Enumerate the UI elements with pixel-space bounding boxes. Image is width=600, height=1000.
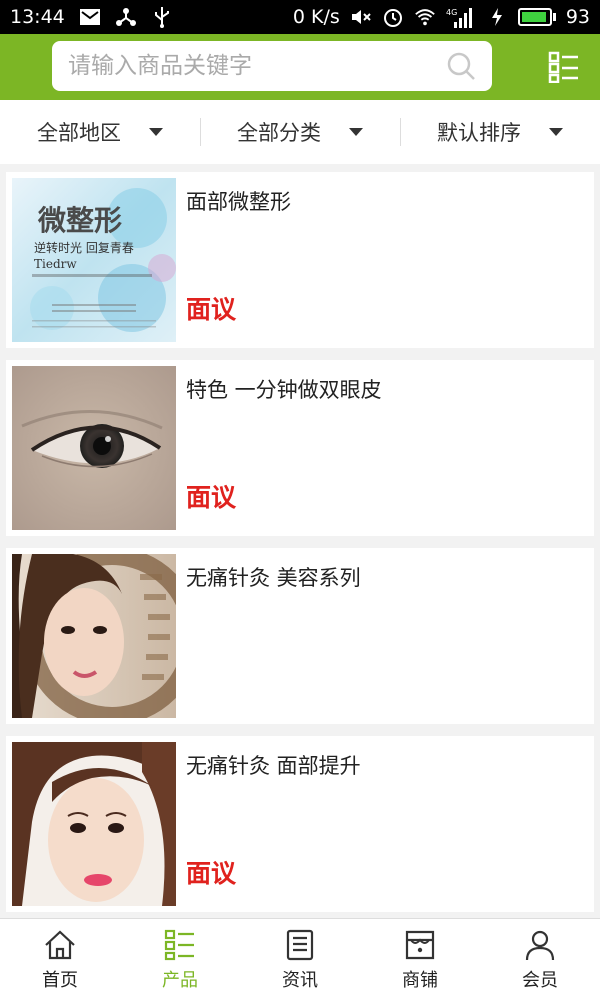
svg-text:4G: 4G — [446, 8, 457, 17]
share-icon — [115, 6, 137, 28]
category-menu-icon[interactable] — [548, 51, 580, 83]
product-card[interactable]: 无痛针灸 面部提升 面议 — [6, 736, 594, 912]
svg-text:Tiedrw: Tiedrw — [34, 257, 77, 271]
nav-store-label: 商铺 — [402, 969, 438, 991]
nav-member[interactable]: 会员 — [480, 919, 600, 1000]
product-price: 面议 — [186, 483, 237, 512]
filter-category[interactable]: 全部分类 — [200, 100, 400, 164]
product-image — [12, 366, 176, 530]
product-title: 无痛针灸 美容系列 — [186, 566, 361, 590]
product-card[interactable]: 无痛针灸 美容系列 — [6, 548, 594, 724]
nav-home-label: 首页 — [42, 969, 78, 991]
product-image — [12, 742, 176, 906]
product-title: 无痛针灸 面部提升 — [186, 754, 361, 778]
message-icon — [79, 6, 101, 28]
product-price: 面议 — [186, 295, 237, 324]
wifi-icon — [414, 6, 436, 28]
filter-category-label: 全部分类 — [237, 121, 321, 145]
bottom-nav: 首页 产品 资讯 商铺 会员 — [0, 918, 600, 1000]
product-image: 微整形 逆转时光 回复青春 Tiedrw — [12, 178, 176, 342]
product-title: 特色 一分钟做双眼皮 — [186, 378, 382, 402]
product-image — [12, 554, 176, 718]
news-icon — [286, 929, 314, 960]
nav-store[interactable]: 商铺 — [360, 919, 480, 1000]
search-icon[interactable] — [446, 51, 476, 81]
dropdown-caret-icon — [549, 128, 563, 136]
filter-sort[interactable]: 默认排序 — [400, 100, 600, 164]
member-icon — [525, 930, 555, 960]
product-price: 面议 — [186, 859, 237, 888]
header-bar — [0, 34, 600, 100]
nav-products[interactable]: 产品 — [120, 919, 240, 1000]
battery-percent: 93 — [565, 6, 590, 28]
nav-home[interactable]: 首页 — [0, 919, 120, 1000]
alarm-icon — [382, 6, 404, 28]
product-card[interactable]: 特色 一分钟做双眼皮 面议 — [6, 360, 594, 536]
nav-member-label: 会员 — [522, 969, 558, 991]
cell-signal-icon: 4G — [446, 6, 476, 28]
nav-products-label: 产品 — [162, 969, 198, 991]
search-input[interactable] — [68, 53, 446, 79]
dropdown-caret-icon — [349, 128, 363, 136]
filter-sort-label: 默认排序 — [437, 121, 521, 145]
filter-bar: 全部地区 全部分类 默认排序 — [0, 100, 600, 164]
svg-text:逆转时光 回复青春: 逆转时光 回复青春 — [34, 240, 134, 255]
product-card[interactable]: 微整形 逆转时光 回复青春 Tiedrw 面部微整形 面议 — [6, 172, 594, 348]
svg-text:微整形: 微整形 — [37, 204, 122, 237]
home-icon — [45, 929, 75, 959]
nav-news-label: 资讯 — [282, 969, 318, 991]
product-list-icon — [164, 929, 194, 960]
charging-icon — [486, 6, 508, 28]
dropdown-caret-icon — [149, 128, 163, 136]
network-speed: 0 K/s — [292, 6, 340, 28]
status-time: 13:44 — [10, 6, 65, 28]
filter-region-label: 全部地区 — [37, 121, 121, 145]
search-box[interactable] — [52, 41, 492, 91]
mute-icon — [350, 6, 372, 28]
nav-news[interactable]: 资讯 — [240, 919, 360, 1000]
product-title: 面部微整形 — [186, 190, 291, 214]
battery-icon — [517, 8, 556, 26]
store-icon — [405, 930, 435, 959]
usb-icon — [151, 6, 173, 28]
status-bar: 13:44 0 K/s 4G 93 — [0, 0, 600, 34]
filter-region[interactable]: 全部地区 — [0, 100, 200, 164]
